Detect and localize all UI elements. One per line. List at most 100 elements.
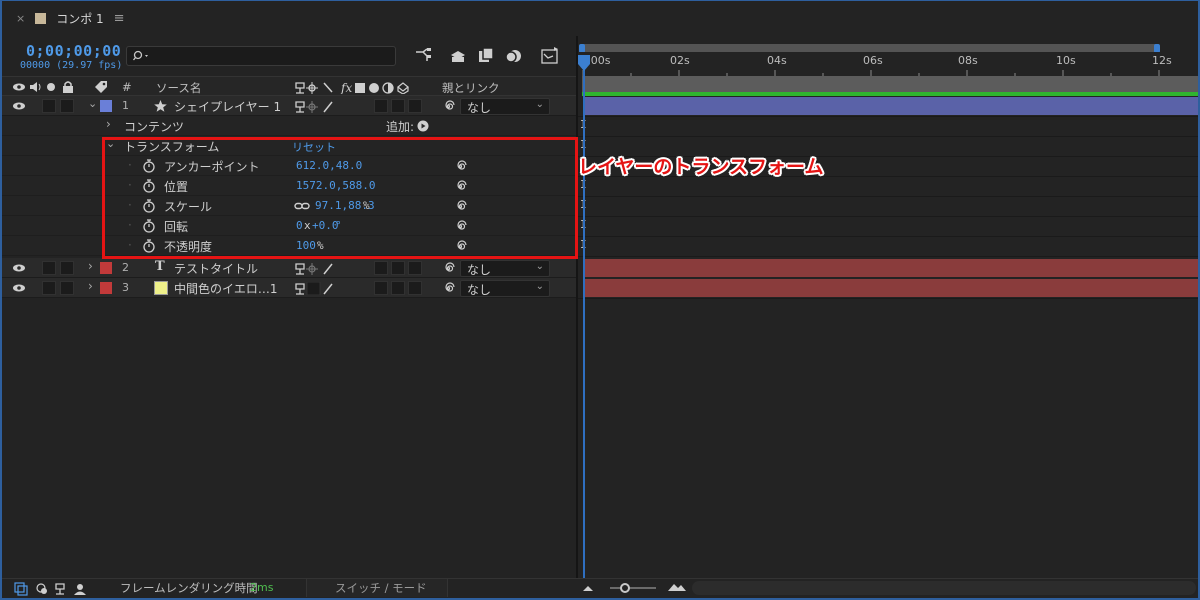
annotation-highlight-box [102,137,578,259]
ruler-label: 12s [1152,54,1172,67]
panel-menu-button[interactable]: ≡ [114,11,125,26]
parent-dropdown[interactable]: なし ⌄ [460,260,550,277]
graph-editor-icon[interactable] [540,46,560,66]
work-area-bar[interactable] [582,76,1198,92]
comp-color-swatch [35,12,47,24]
ruler-label: 02s [670,54,690,67]
playhead-line[interactable] [583,56,585,580]
switch-box[interactable] [408,99,422,113]
layer-switches[interactable] [294,100,344,113]
switch-box[interactable] [408,261,422,275]
render-time-label: フレームレンダリング時間 [120,581,258,595]
layer-label-color[interactable] [100,262,112,274]
layer-name[interactable]: テストタイトル [174,260,258,276]
panel-divider[interactable] [576,36,578,580]
parent-value: なし [467,101,492,115]
comp-mini-flowchart-icon[interactable] [414,46,434,66]
frame-blending-icon[interactable] [476,46,496,66]
layer-duration-bar-1[interactable] [584,97,1198,115]
expand-chevron-icon[interactable]: › [88,279,93,295]
collapse-chevron-icon[interactable]: ⌄ [88,97,97,113]
eye-icon[interactable] [12,263,26,273]
add-play-icon[interactable] [417,120,429,132]
zoom-out-icon[interactable] [582,584,594,592]
layer-search-input[interactable] [126,46,396,66]
close-tab-button[interactable]: × [16,12,25,25]
search-icon [133,50,148,61]
column-source-name[interactable]: ソース名 [156,80,201,96]
zoom-in-icon[interactable] [668,582,686,592]
switch-box[interactable] [408,281,422,295]
lock-switch-icon[interactable] [62,80,74,94]
frame-rate-readout: 00000 (29.97 fps) [20,60,123,71]
parent-dropdown[interactable]: なし ⌄ [460,98,550,115]
time-navigator-bar[interactable] [582,44,1157,52]
add-menu-label[interactable]: 追加: [386,118,414,134]
pickwhip-spiral-icon[interactable] [442,282,455,295]
pickwhip-spiral-icon[interactable] [442,100,455,113]
shape-star-icon [154,100,167,112]
switch-box[interactable] [374,281,388,295]
switch-mode-label: スイッチ / モード [335,581,427,595]
playhead-handle-icon[interactable] [577,54,591,74]
layer-label-color[interactable] [100,282,112,294]
parent-dropdown[interactable]: なし ⌄ [460,280,550,297]
horizontal-scrollbar[interactable] [692,581,1196,595]
column-parent-link[interactable]: 親とリンク [442,80,500,96]
layer-duration-bar-3[interactable] [584,279,1198,297]
solo-toggle[interactable] [42,261,56,275]
video-switch-icon[interactable] [12,81,26,93]
eye-icon[interactable] [12,283,26,293]
eye-icon[interactable] [12,101,26,111]
contents-row[interactable]: › コンテンツ 追加: [2,116,576,136]
layer-switches[interactable] [294,262,344,275]
track-separator [578,136,1198,137]
switch-box[interactable] [391,281,405,295]
pickwhip-spiral-icon[interactable] [442,262,455,275]
switch-box[interactable] [374,99,388,113]
solo-toggle[interactable] [42,99,56,113]
expand-chevron-icon[interactable]: › [106,117,111,133]
audio-switch-icon[interactable] [28,81,42,93]
parent-value: なし [467,283,492,297]
expand-chevron-icon[interactable]: › [88,259,93,275]
layer-row-2[interactable]: › 2 T テストタイトル なし ⌄ [2,258,576,278]
contents-label: コンテンツ [124,120,185,134]
ruler-label: 04s [767,54,787,67]
zoom-slider-knob[interactable] [620,583,630,593]
chevron-down-icon: ⌄ [535,281,544,292]
render-time-value: 2ms [250,581,274,594]
lock-toggle[interactable] [60,281,74,295]
zoom-slider-track[interactable] [610,587,656,589]
comp-tab-title[interactable]: コンポ 1 [56,10,103,27]
layer-row-3[interactable]: › 3 中間色のイエロ…1 なし ⌄ [2,278,576,298]
layer-duration-bar-2[interactable] [584,259,1198,277]
ruler-label: 08s [958,54,978,67]
lock-toggle[interactable] [60,261,74,275]
layer-name[interactable]: 中間色のイエロ…1 [174,280,278,296]
ruler-ticks [582,70,1160,76]
layer-number: 2 [122,261,129,274]
layer-label-color[interactable] [100,100,112,112]
lock-toggle[interactable] [60,99,74,113]
current-timecode[interactable]: 0;00;00;00 [26,42,121,60]
text-layer-icon: T [155,259,165,274]
label-tag-icon[interactable] [94,80,108,94]
switch-box[interactable] [374,261,388,275]
track-separator [578,196,1198,197]
footer-toggle-icons[interactable] [14,582,92,596]
layer-number: 1 [122,99,129,112]
switch-box[interactable] [391,99,405,113]
motion-blur-icon[interactable] [504,46,524,66]
draft-3d-icon[interactable] [448,46,468,66]
switch-box[interactable] [391,261,405,275]
solo-toggle[interactable] [42,281,56,295]
column-number: # [122,80,132,94]
render-cache-indicator [582,92,1198,96]
layer-switches[interactable] [294,282,344,295]
layer-name[interactable]: シェイプレイヤー 1 [174,98,281,114]
layer-row-1[interactable]: ⌄ 1 シェイプレイヤー 1 なし ⌄ [2,96,576,116]
panel-tab-bar: × コンポ 1 ≡ [2,1,1198,35]
solo-switch-icon[interactable] [46,82,56,92]
switch-mode-toggle[interactable]: スイッチ / モード [306,579,448,597]
